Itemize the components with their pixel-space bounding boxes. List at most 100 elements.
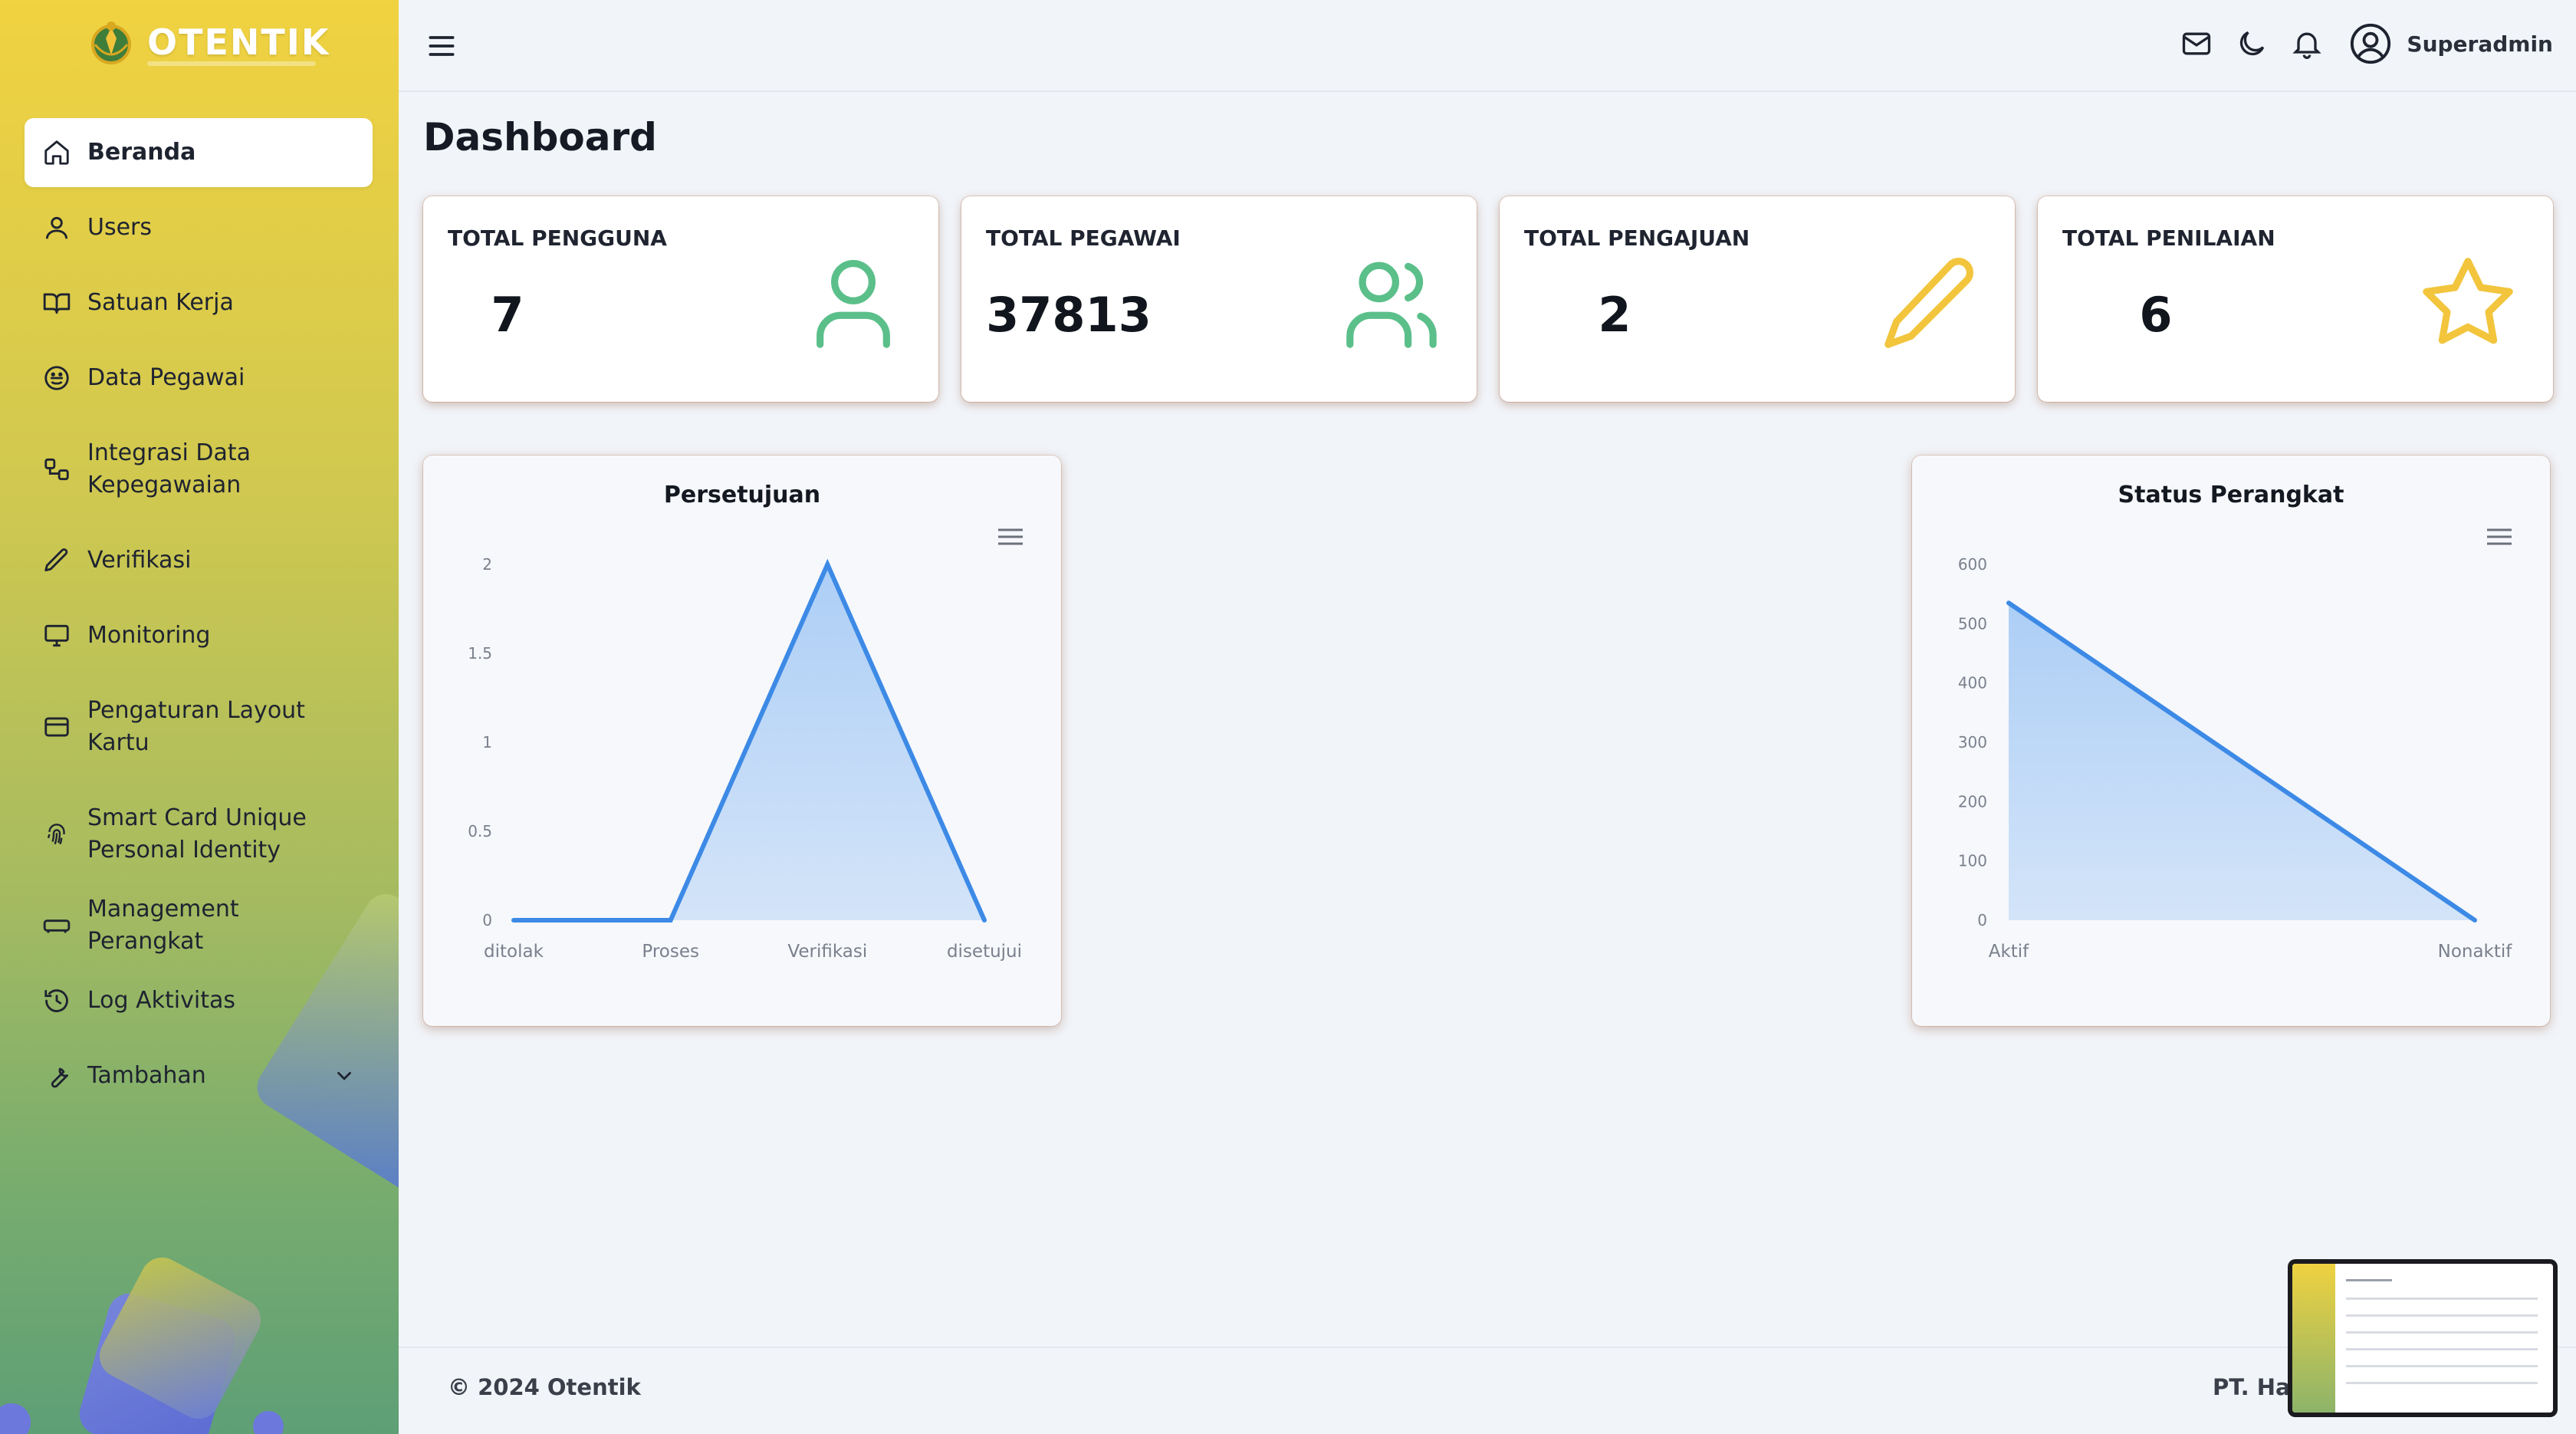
users-icon [1346, 261, 1437, 348]
sidebar-item-label: Smart Card Unique Personal Identity [87, 804, 307, 863]
history-icon [41, 985, 72, 1016]
sidebar-item-label: Tambahan [87, 1062, 206, 1089]
x-tick-label: Aktif [1989, 942, 2029, 962]
thumbnail-row [2346, 1314, 2538, 1317]
mail-icon[interactable] [2180, 27, 2213, 61]
data-point[interactable] [2472, 918, 2477, 923]
screen-preview-thumbnail[interactable] [2288, 1259, 2558, 1417]
y-tick-label: 500 [1958, 614, 1987, 633]
sidebar-item-data-pegawai[interactable]: Data Pegawai [25, 344, 373, 413]
fingerprint-icon [41, 819, 72, 850]
app-tagline [147, 61, 316, 66]
page-title: Dashboard [423, 115, 657, 160]
y-tick-label: 600 [1958, 555, 1987, 574]
stat-card-total-pengguna: TOTAL PENGGUNA 7 [423, 196, 938, 402]
sidebar-item-beranda[interactable]: Beranda [25, 118, 373, 187]
chart-card-persetujuan: 0 0.5 1 1.5 2 ditolak Proses Verifikasi disetuju… [423, 456, 1061, 1026]
thumbnail-row [2346, 1348, 2538, 1350]
app-logo[interactable]: OTENTIK [86, 17, 330, 67]
pencil-icon [41, 545, 72, 576]
stat-card-total-penilaian: TOTAL PENILAIAN 6 [2038, 196, 2553, 402]
monitor-icon [41, 620, 72, 651]
sidebar-item-label: Integrasi Data Kepegawaian [87, 439, 251, 498]
stat-value: 2 [1598, 287, 1631, 343]
thumbnail-row [2346, 1331, 2538, 1334]
data-point[interactable] [511, 918, 516, 923]
data-point[interactable] [2006, 600, 2011, 606]
app-brand: OTENTIK [147, 21, 330, 63]
y-tick-label: 0 [1977, 911, 1987, 929]
card-icon [41, 712, 72, 742]
topbar: Superadmin [399, 0, 2576, 92]
menu-icon[interactable] [425, 29, 458, 63]
stat-label: TOTAL PEGAWAI [986, 225, 1181, 251]
wrench-icon [41, 1061, 72, 1091]
smile-icon [41, 363, 72, 393]
y-tick-label: 0.5 [468, 822, 492, 840]
y-tick-label: 1.5 [468, 644, 492, 663]
y-tick-label: 0 [482, 911, 492, 929]
sidebar-item-label: Satuan Kerja [87, 289, 234, 316]
thumbnail-row [2346, 1279, 2392, 1281]
moon-icon[interactable] [2235, 27, 2269, 61]
sidebar-item-log-aktivitas[interactable]: Log Aktivitas [25, 966, 373, 1035]
sidebar-item-verifikasi[interactable]: Verifikasi [25, 526, 373, 595]
device-icon [41, 910, 72, 941]
sidebar-item-smart-card[interactable]: Smart Card Unique Personal Identity [25, 784, 373, 885]
sidebar-item-monitoring[interactable]: Monitoring [25, 601, 373, 670]
y-tick-label: 1 [482, 733, 492, 752]
sidebar-nav: Beranda Users Satuan Kerja Data Pegawai … [25, 118, 373, 1117]
y-tick-label: 300 [1958, 733, 1987, 752]
persetujuan-chart: 0 0.5 1 1.5 2 ditolak Proses Verifikasi disetuju… [468, 555, 1022, 962]
thumbnail-row [2346, 1298, 2538, 1300]
sidebar-item-label: Monitoring [87, 622, 211, 649]
x-tick-label: Nonaktif [2438, 942, 2513, 962]
menu-icon[interactable] [2486, 526, 2513, 548]
user-icon [816, 259, 890, 348]
stat-label: TOTAL PENGGUNA [448, 225, 667, 251]
footer: © 2024 Otentik PT. Har [399, 1347, 2576, 1434]
y-tick-label: 400 [1958, 674, 1987, 692]
chart-title: Persetujuan [663, 482, 821, 508]
sidebar-item-integrasi-data[interactable]: Integrasi Data Kepegawaian [25, 419, 373, 520]
x-tick-label: disetujui [947, 942, 1022, 962]
y-tick-label: 2 [482, 555, 492, 574]
x-tick-label: ditolak [484, 942, 544, 962]
book-icon [41, 288, 72, 318]
sidebar-item-label: Log Aktivitas [87, 987, 235, 1014]
user-circle-icon[interactable] [2348, 21, 2393, 66]
status-perangkat-chart: 0 100 200 300 400 500 600 Aktif Nonaktif [1958, 555, 2513, 962]
y-tick-label: 200 [1958, 792, 1987, 811]
thumbnail-sidebar [2292, 1264, 2335, 1413]
pencil-icon [1884, 258, 1973, 348]
home-icon [41, 137, 72, 168]
sidebar-item-management-perangkat[interactable]: Management Perangkat [25, 891, 373, 960]
emblem-icon [91, 21, 131, 64]
sidebar-item-label: Management Perangkat [87, 896, 239, 955]
sidebar-item-tambahan[interactable]: Tambahan [25, 1041, 373, 1110]
data-point[interactable] [825, 562, 830, 567]
stat-label: TOTAL PENGAJUAN [1524, 225, 1750, 251]
stat-label: TOTAL PENILAIAN [2062, 225, 2275, 251]
copyright-text: © 2024 Otentik [448, 1374, 641, 1400]
sidebar-item-label: Users [87, 214, 153, 241]
sidebar-item-users[interactable]: Users [25, 193, 373, 262]
data-point[interactable] [668, 918, 673, 923]
thumbnail-content [2292, 1264, 2553, 1413]
topbar-actions: Superadmin [2158, 21, 2553, 66]
sidebar-item-label: Data Pegawai [87, 364, 245, 391]
chart-title: Status Perangkat [2118, 482, 2344, 508]
bell-icon[interactable] [2290, 27, 2324, 61]
username[interactable]: Superadmin [2407, 31, 2553, 57]
stat-card-total-pengajuan: TOTAL PENGAJUAN 2 [1500, 196, 2015, 402]
sidebar-item-pengaturan-layout[interactable]: Pengaturan Layout Kartu [25, 676, 373, 778]
x-tick-label: Proses [642, 942, 699, 962]
sidebar-item-label: Verifikasi [87, 547, 192, 574]
chevron-down-icon[interactable] [333, 1064, 356, 1087]
sidebar-item-satuan-kerja[interactable]: Satuan Kerja [25, 268, 373, 337]
y-tick-label: 100 [1958, 852, 1987, 870]
data-point[interactable] [982, 918, 987, 923]
menu-icon[interactable] [997, 526, 1024, 548]
chart-card-status-perangkat: 0 100 200 300 400 500 600 Aktif Nonaktif Status … [1912, 456, 2550, 1026]
sidebar-item-label: Beranda [87, 139, 196, 166]
